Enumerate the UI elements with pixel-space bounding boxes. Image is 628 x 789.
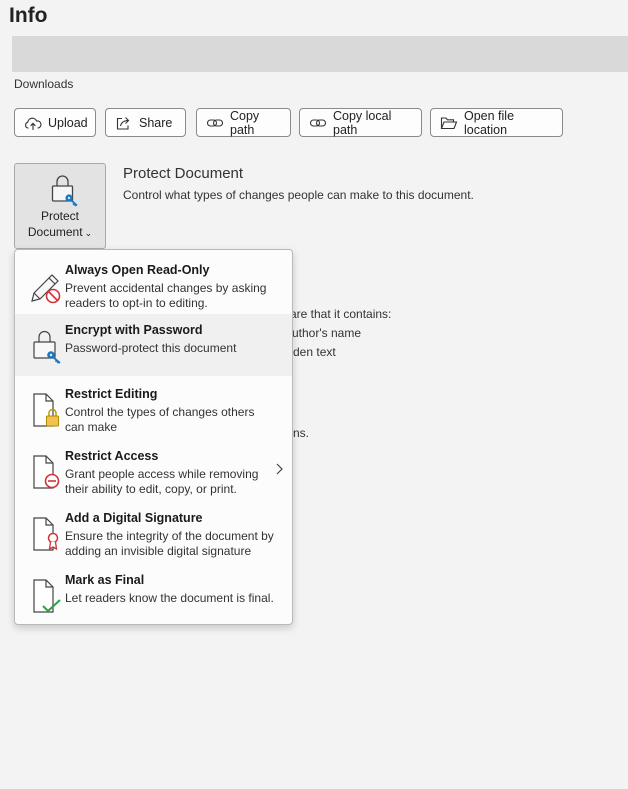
upload-button[interactable]: Upload <box>14 108 96 137</box>
copy-local-path-button[interactable]: Copy local path <box>299 108 422 137</box>
open-file-location-button[interactable]: Open file location <box>430 108 563 137</box>
inspect-text-fragment: uthor's name <box>292 326 361 340</box>
lock-key-icon <box>33 330 61 364</box>
inspect-text-fragment: are that it contains: <box>290 307 392 321</box>
menu-item-restrict-editing[interactable]: Restrict Editing Control the types of ch… <box>15 378 292 440</box>
pencil-no-icon <box>31 274 61 304</box>
menu-item-encrypt-with-password[interactable]: Encrypt with Password Password-protect t… <box>15 314 292 376</box>
menu-item-description: Prevent accidental changes by asking rea… <box>65 281 267 310</box>
menu-item-title: Encrypt with Password <box>65 323 203 337</box>
copy-path-label: Copy path <box>230 108 260 137</box>
upload-label: Upload <box>48 115 88 130</box>
menu-item-description: Password-protect this document <box>65 341 237 355</box>
document-check-icon <box>33 579 61 613</box>
protect-button-label-line2: Document ⌄ <box>27 225 93 239</box>
link-icon <box>309 118 327 127</box>
menu-item-title: Restrict Access <box>65 449 159 463</box>
open-folder-icon <box>440 116 458 129</box>
file-location: Downloads <box>14 77 74 91</box>
menu-item-title: Always Open Read-Only <box>65 263 210 277</box>
menu-item-add-digital-signature[interactable]: Add a Digital Signature Ensure the integ… <box>15 502 292 564</box>
menu-item-description: Grant people access while removing their… <box>65 467 259 496</box>
protect-document-menu: Always Open Read-Only Prevent accidental… <box>14 249 293 625</box>
lock-key-icon <box>51 175 78 207</box>
document-ribbon-icon <box>33 517 59 551</box>
chevron-down-icon: ⌄ <box>84 228 93 238</box>
menu-item-title: Mark as Final <box>65 573 145 587</box>
menu-item-restrict-access[interactable]: Restrict Access Grant people access whil… <box>15 440 292 502</box>
inspect-text-fragment: den text <box>293 345 336 359</box>
protect-document-button[interactable]: Protect Document ⌄ <box>14 163 106 249</box>
copy-local-path-label: Copy local path <box>333 108 392 137</box>
menu-item-title: Add a Digital Signature <box>65 511 203 525</box>
menu-item-description: Ensure the integrity of the document by … <box>65 529 274 558</box>
menu-item-description: Control the types of changes others can … <box>65 405 255 434</box>
menu-item-mark-as-final[interactable]: Mark as Final Let readers know the docum… <box>15 564 292 624</box>
protect-section-title: Protect Document <box>123 165 244 182</box>
cloud-upload-icon <box>25 117 42 130</box>
inspect-text-fragment: ns. <box>293 426 310 440</box>
page-title: Info <box>9 4 48 27</box>
open-file-location-label: Open file location <box>464 108 515 137</box>
document-no-entry-icon <box>33 455 60 489</box>
chevron-right-icon <box>276 463 283 475</box>
share-label: Share <box>139 115 173 130</box>
share-button[interactable]: Share <box>105 108 186 137</box>
protect-section-description: Control what types of changes people can… <box>123 188 474 202</box>
share-icon <box>116 116 130 130</box>
copy-path-button[interactable]: Copy path <box>196 108 291 137</box>
menu-item-description: Let readers know the document is final. <box>65 591 274 605</box>
protect-button-label: Protect <box>40 209 79 223</box>
menu-item-title: Restrict Editing <box>65 387 158 401</box>
document-lock-icon <box>33 393 59 427</box>
menu-item-always-open-read-only[interactable]: Always Open Read-Only Prevent accidental… <box>15 254 292 316</box>
file-path-bar <box>12 36 628 72</box>
link-icon <box>206 118 224 127</box>
